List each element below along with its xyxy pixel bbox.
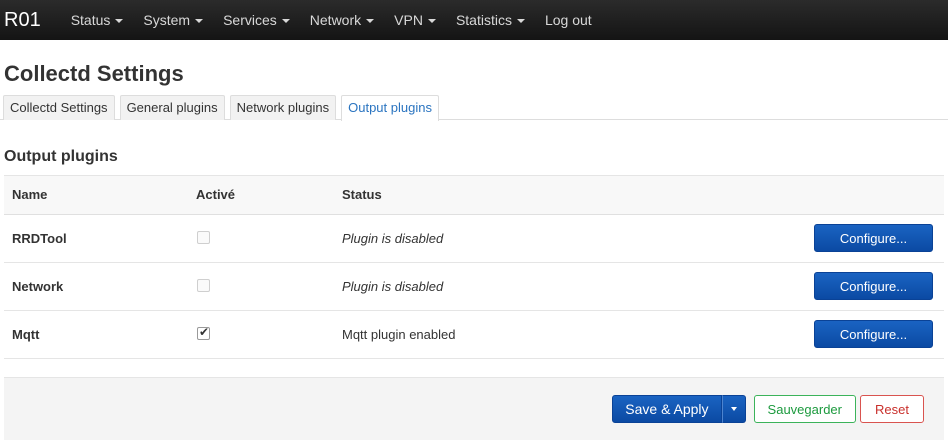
table-row: Mqtt ✔ Mqtt plugin enabled Configure...	[4, 310, 944, 358]
plugin-enabled-cell	[188, 214, 334, 263]
plugin-status: Plugin is disabled	[334, 262, 630, 311]
brand-logo[interactable]: R01	[4, 0, 41, 40]
save-button[interactable]: Sauvegarder	[753, 395, 856, 423]
form-actions-bar: Save & Apply Sauvegarder Reset	[4, 377, 944, 440]
table-header-row: Name Activé Status	[4, 176, 944, 215]
plugin-enabled-checkbox[interactable]: ✔	[197, 324, 210, 340]
nav-statistics-label: Statistics	[455, 12, 512, 28]
save-apply-dropdown-toggle[interactable]	[721, 395, 746, 423]
plugins-table-container: Name Activé Status RRDTool Plugin is dis…	[4, 175, 944, 359]
tab-general-plugins[interactable]: General plugins	[119, 95, 225, 120]
checkmark-icon: ✔	[198, 324, 210, 339]
plugin-status: Mqtt plugin enabled	[342, 326, 456, 342]
configure-button[interactable]: Configure...	[814, 224, 933, 252]
plugin-action-cell: Configure...	[629, 310, 944, 358]
nav-system-menu[interactable]: System	[143, 12, 204, 28]
nav-statistics-menu[interactable]: Statistics	[456, 12, 525, 28]
section-title: Output plugins	[4, 148, 118, 165]
caret-down-icon	[281, 19, 290, 23]
tab-collectd-settings[interactable]: Collectd Settings	[3, 95, 115, 120]
nav-services-label: Services	[223, 12, 277, 28]
plugin-name: Network	[4, 262, 188, 311]
plugin-enabled-cell: ✔	[188, 310, 334, 358]
configure-button[interactable]: Configure...	[814, 320, 933, 349]
plugin-action-cell: Configure...	[629, 262, 944, 311]
caret-down-icon	[366, 19, 375, 23]
tab-network-plugins[interactable]: Network plugins	[229, 95, 337, 120]
nav-logout-link[interactable]: Log out	[545, 12, 592, 28]
nav-logout-label: Log out	[544, 12, 592, 28]
nav-vpn-menu[interactable]: VPN	[394, 12, 436, 28]
configure-button[interactable]: Configure...	[814, 272, 933, 300]
nav-vpn-label: VPN	[394, 12, 423, 28]
nav-system-label: System	[143, 12, 191, 28]
column-header-name: Name	[4, 176, 188, 215]
column-header-actions	[629, 176, 944, 215]
nav-status-label: Status	[70, 12, 111, 28]
plugin-name: RRDTool	[4, 214, 188, 263]
tab-bar: Collectd Settings General plugins Networ…	[0, 95, 948, 121]
save-apply-split-button: Save & Apply	[612, 395, 746, 423]
caret-down-icon	[195, 19, 204, 23]
tab-output-plugins[interactable]: Output plugins	[341, 95, 439, 121]
top-navbar: R01 Status System Services Network VPN S…	[0, 0, 948, 40]
plugin-action-cell: Configure...	[629, 214, 944, 263]
table-row: Network Plugin is disabled Configure...	[4, 262, 944, 311]
plugin-enabled-checkbox[interactable]	[197, 230, 210, 244]
plugin-name: Mqtt	[12, 326, 40, 342]
nav-network-menu[interactable]: Network	[309, 12, 375, 28]
page-title: Collectd Settings	[4, 61, 184, 86]
plugin-enabled-cell	[188, 262, 334, 311]
nav-services-menu[interactable]: Services	[223, 12, 290, 28]
nav-status-menu[interactable]: Status	[71, 12, 124, 28]
caret-down-icon	[427, 19, 436, 23]
caret-down-icon	[115, 19, 124, 23]
save-apply-button[interactable]: Save & Apply	[612, 395, 722, 423]
caret-down-icon	[516, 19, 525, 23]
column-header-active: Activé	[188, 176, 334, 215]
plugins-table: Name Activé Status RRDTool Plugin is dis…	[4, 176, 944, 358]
caret-down-icon	[730, 407, 737, 411]
reset-button[interactable]: Reset	[860, 395, 924, 423]
table-row: RRDTool Plugin is disabled Configure...	[4, 214, 944, 263]
plugin-enabled-checkbox[interactable]	[197, 278, 210, 292]
column-header-status: Status	[334, 176, 630, 215]
nav-network-label: Network	[309, 12, 362, 28]
plugin-status: Plugin is disabled	[334, 214, 630, 263]
